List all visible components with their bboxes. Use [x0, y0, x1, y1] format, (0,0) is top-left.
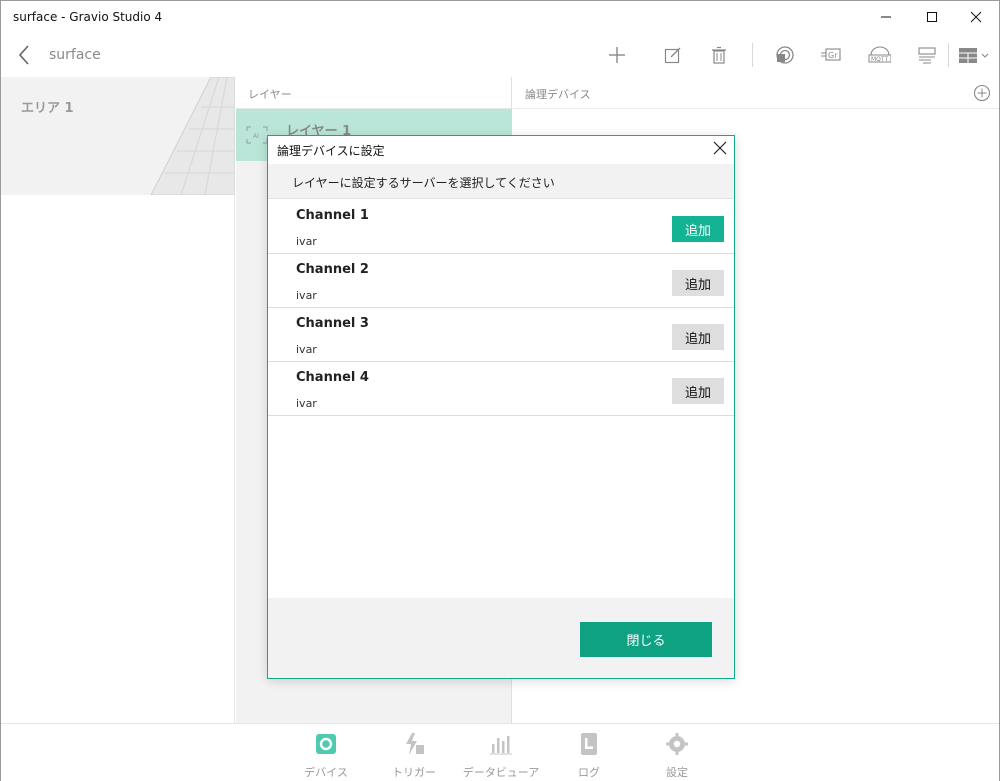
- app-toolbar: surface Gr MQTT: [1, 33, 999, 77]
- minimize-button[interactable]: [863, 1, 909, 33]
- area-card[interactable]: エリア 1: [1, 77, 235, 195]
- close-icon[interactable]: [712, 140, 728, 156]
- list-icon[interactable]: [915, 43, 939, 67]
- toolbar-divider: [752, 43, 753, 67]
- window-title: surface - Gravio Studio 4: [13, 10, 163, 24]
- dialog-footer: 閉じる: [268, 598, 734, 678]
- set-logical-device-dialog: 論理デバイスに設定 レイヤーに設定するサーバーを選択してください Channel…: [267, 135, 735, 679]
- channel-row: Channel 4 ivar 追加: [268, 362, 734, 416]
- close-window-button[interactable]: [953, 1, 999, 33]
- logical-devices-header: 論理デバイス: [513, 77, 999, 109]
- channel-name: Channel 4: [296, 370, 369, 385]
- area-map-thumbnail: [150, 77, 235, 195]
- add-channel-button[interactable]: 追加: [672, 270, 724, 296]
- nav-item-data-viewer[interactable]: データビューア: [461, 730, 541, 779]
- maximize-button[interactable]: [909, 1, 955, 33]
- close-icon: [970, 11, 982, 23]
- mqtt-icon[interactable]: MQTT: [867, 43, 891, 67]
- channel-server: ivar: [296, 397, 317, 410]
- nav-label: データビューア: [462, 766, 540, 779]
- nav-item-log[interactable]: ログ: [549, 730, 629, 779]
- close-dialog-button[interactable]: 閉じる: [580, 622, 712, 657]
- nav-label: デバイス: [304, 766, 348, 779]
- dialog-subtitle-bar: レイヤーに設定するサーバーを選択してください: [268, 164, 734, 199]
- areas-panel: エリア 1: [1, 77, 235, 723]
- nav-item-triggers[interactable]: トリガー: [374, 730, 454, 779]
- dialog-subtitle: レイヤーに設定するサーバーを選択してください: [292, 176, 555, 190]
- title-bar: surface - Gravio Studio 4: [1, 1, 999, 33]
- layers-header-label: レイヤー: [248, 88, 292, 101]
- record-icon[interactable]: [773, 43, 797, 67]
- svg-text:Gr: Gr: [828, 51, 838, 60]
- svg-text:AI: AI: [253, 133, 259, 140]
- area-label: エリア 1: [21, 101, 74, 116]
- channel-server: ivar: [296, 343, 317, 356]
- app-window: surface - Gravio Studio 4 surface Gr MQT…: [0, 0, 1000, 781]
- toolbar-divider: [948, 43, 949, 67]
- settings-gear-icon: [666, 733, 688, 755]
- channel-name: Channel 1: [296, 208, 369, 223]
- minimize-icon: [881, 16, 891, 18]
- chevron-down-icon: [981, 53, 989, 58]
- add-channel-button[interactable]: 追加: [672, 378, 724, 404]
- dialog-title: 論理デバイスに設定: [277, 144, 385, 158]
- device-gear-icon: [316, 734, 336, 754]
- nav-item-devices[interactable]: デバイス: [286, 730, 366, 779]
- channel-server: ivar: [296, 235, 317, 248]
- channel-name: Channel 3: [296, 316, 369, 331]
- app-title: surface: [49, 47, 101, 63]
- channel-row: Channel 1 ivar 追加: [268, 200, 734, 254]
- add-circle-icon[interactable]: [973, 84, 991, 102]
- bottom-navigation: デバイス トリガー データビューア ログ 設定: [1, 723, 999, 781]
- svg-text:MQTT: MQTT: [871, 56, 888, 63]
- add-icon[interactable]: [605, 43, 629, 67]
- nav-item-settings[interactable]: 設定: [637, 730, 717, 779]
- edit-icon[interactable]: [661, 43, 685, 67]
- nav-label: トリガー: [392, 766, 436, 779]
- nav-label: 設定: [666, 766, 688, 779]
- ai-camera-icon: AI: [246, 126, 268, 144]
- channel-name: Channel 2: [296, 262, 369, 277]
- channel-row: Channel 2 ivar 追加: [268, 254, 734, 308]
- channel-row: Channel 3 ivar 追加: [268, 308, 734, 362]
- add-channel-button[interactable]: 追加: [672, 324, 724, 350]
- trash-icon[interactable]: [707, 43, 731, 67]
- nav-label: ログ: [578, 766, 600, 779]
- trigger-icon: [406, 733, 424, 755]
- view-grid-icon[interactable]: [957, 43, 993, 67]
- back-arrow-icon[interactable]: [15, 43, 35, 67]
- channel-server: ivar: [296, 289, 317, 302]
- layers-header: レイヤー: [236, 77, 511, 109]
- logical-devices-header-label: 論理デバイス: [525, 88, 591, 101]
- add-channel-button[interactable]: 追加: [672, 216, 724, 242]
- bar-chart-icon: [490, 736, 512, 755]
- maximize-icon: [927, 12, 937, 22]
- log-icon: [581, 733, 597, 755]
- gr-icon[interactable]: Gr: [819, 43, 843, 67]
